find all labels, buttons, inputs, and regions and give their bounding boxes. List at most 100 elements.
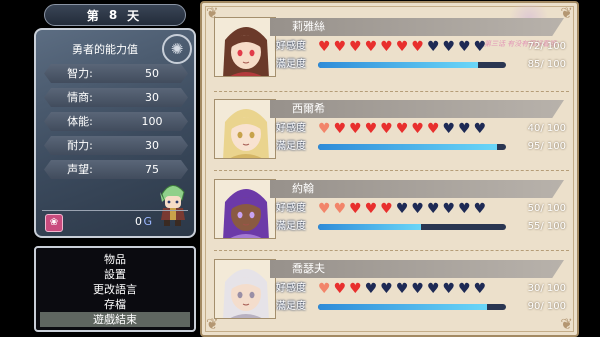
relationship-panel: ❦ ❦ ❦ ❦ 第三话 有没有很好看哦~ 莉雅絲 好感度 ♥ ♥ ♥ ♥ ♥ ♥ ♥ ♥ ♥ ♥ ♥…	[200, 1, 579, 337]
menu-item-quit[interactable]: 遊戲結束	[40, 312, 190, 327]
stat-label: 体能:	[67, 115, 93, 128]
heart-icon: ♥	[380, 201, 393, 217]
heart-icon: ♥	[458, 201, 471, 217]
stat-value: 75	[145, 163, 159, 176]
menu-item-items[interactable]: 物品	[40, 252, 190, 267]
heart-icon: ♥	[411, 121, 424, 137]
stat-value: 30	[145, 139, 159, 152]
heart-icon: ♥	[380, 121, 393, 137]
heart-icon: ♥	[426, 39, 440, 55]
heart-icon: ♥	[318, 201, 331, 217]
stat-row-intelligence: 智力: 50	[44, 64, 188, 83]
character-portrait	[214, 99, 276, 159]
day-banner: 第 8 天	[44, 4, 186, 26]
menu-item-settings[interactable]: 設置	[40, 267, 190, 282]
stat-value: 100	[141, 115, 163, 128]
card-divider	[214, 91, 569, 92]
heart-icon: ♥	[395, 39, 409, 55]
compass-emblem-icon: ✺	[162, 34, 192, 64]
character-card[interactable]: 莉雅絲 好感度 ♥ ♥ ♥ ♥ ♥ ♥ ♥ ♥ ♥ ♥ ♥ 72/ 100 滿足度 85/ 100	[214, 17, 570, 87]
character-name: 西爾希	[292, 102, 325, 115]
heart-icon: ♥	[458, 281, 471, 297]
affection-value: 50/ 100	[527, 203, 566, 214]
affection-label: 好感度	[276, 203, 306, 214]
heart-icon: ♥	[395, 281, 409, 297]
hero-stats-panel: 勇者的能力值 ✺ 智力: 50 情商: 30 体能: 100 耐力: 30 声望…	[34, 28, 196, 238]
day-number: 8	[108, 8, 122, 22]
heart-icon: ♥	[364, 121, 378, 137]
character-card[interactable]: 西爾希 好感度 ♥ ♥ ♥ ♥ ♥ ♥ ♥ ♥ ♥ ♥ ♥ 40/ 100 滿足度 95/ 100	[214, 99, 570, 169]
heart-icon: ♥	[426, 201, 440, 217]
heart-icon: ♥	[380, 39, 393, 55]
heart-icon: ♥	[318, 121, 331, 137]
heart-icon: ♥	[333, 39, 347, 55]
satisfaction-bar-fill	[318, 62, 478, 68]
menu-item-language[interactable]: 更改語言	[40, 282, 190, 297]
stats-title: 勇者的能力值	[72, 43, 138, 56]
affection-label: 好感度	[276, 41, 306, 52]
satisfaction-bar	[318, 224, 506, 230]
affection-hearts: ♥ ♥ ♥ ♥ ♥ ♥ ♥ ♥ ♥ ♥ ♥	[318, 282, 518, 296]
satisfaction-label: 滿足度	[276, 59, 306, 70]
heart-icon: ♥	[411, 201, 424, 217]
heart-icon: ♥	[442, 39, 456, 55]
heart-icon: ♥	[458, 121, 471, 137]
heart-icon: ♥	[411, 281, 424, 297]
heart-icon: ♥	[364, 281, 378, 297]
heart-icon: ♥	[333, 121, 347, 137]
character-portrait	[214, 17, 276, 77]
stat-row-eq: 情商: 30	[44, 88, 188, 107]
heart-icon: ♥	[426, 121, 440, 137]
satisfaction-label: 滿足度	[276, 141, 306, 152]
heart-icon: ♥	[473, 201, 487, 217]
character-card[interactable]: 喬瑟夫 好感度 ♥ ♥ ♥ ♥ ♥ ♥ ♥ ♥ ♥ ♥ ♥ 30/ 100 滿足度 90/ 100	[214, 259, 570, 329]
character-name: 喬瑟夫	[292, 262, 325, 275]
heart-icon: ♥	[349, 121, 362, 137]
heart-icon: ♥	[333, 281, 347, 297]
stat-row-stamina: 体能: 100	[44, 112, 188, 131]
satisfaction-bar-fill	[318, 144, 497, 150]
wallet-icon: ❀	[45, 214, 63, 232]
character-card[interactable]: 約翰 好感度 ♥ ♥ ♥ ♥ ♥ ♥ ♥ ♥ ♥ ♥ ♥ 50/ 100 滿足度 55/ 100	[214, 179, 570, 249]
heart-icon: ♥	[442, 201, 456, 217]
heart-icon: ♥	[473, 121, 487, 137]
heart-icon: ♥	[473, 281, 487, 297]
affection-hearts: ♥ ♥ ♥ ♥ ♥ ♥ ♥ ♥ ♥ ♥ ♥	[318, 40, 518, 54]
affection-value: 40/ 100	[527, 123, 566, 134]
stat-value: 30	[145, 91, 159, 104]
stat-label: 耐力:	[67, 139, 93, 152]
gold-unit: G	[143, 215, 152, 228]
heart-icon: ♥	[395, 201, 409, 217]
day-suffix: 天	[127, 8, 144, 23]
satisfaction-value: 55/ 100	[527, 221, 566, 232]
card-divider	[214, 170, 569, 171]
heart-icon: ♥	[364, 39, 378, 55]
stat-value: 50	[145, 67, 159, 80]
heart-icon: ♥	[349, 201, 362, 217]
stat-row-endurance: 耐力: 30	[44, 136, 188, 155]
satisfaction-value: 85/ 100	[527, 59, 566, 70]
character-portrait	[214, 179, 276, 239]
menu-item-save[interactable]: 存檔	[40, 297, 190, 312]
heart-icon: ♥	[395, 121, 409, 137]
satisfaction-bar-fill	[318, 224, 422, 230]
affection-hearts: ♥ ♥ ♥ ♥ ♥ ♥ ♥ ♥ ♥ ♥ ♥	[318, 122, 518, 136]
stat-row-reputation: 声望: 75	[44, 160, 188, 179]
satisfaction-bar-fill	[318, 304, 488, 310]
heart-icon: ♥	[426, 281, 440, 297]
heart-icon: ♥	[349, 281, 362, 297]
heart-icon: ♥	[364, 201, 378, 217]
stat-label: 智力:	[67, 67, 93, 80]
gold-value: 0	[135, 215, 142, 228]
satisfaction-bar	[318, 62, 506, 68]
stat-label: 情商:	[67, 91, 93, 104]
heart-icon: ♥	[411, 39, 424, 55]
heart-icon: ♥	[473, 39, 487, 55]
heart-icon: ♥	[442, 121, 456, 137]
heart-icon: ♥	[380, 281, 393, 297]
satisfaction-label: 滿足度	[276, 301, 306, 312]
character-portrait	[214, 259, 276, 319]
day-prefix: 第	[86, 8, 103, 23]
satisfaction-bar	[318, 144, 506, 150]
satisfaction-label: 滿足度	[276, 221, 306, 232]
